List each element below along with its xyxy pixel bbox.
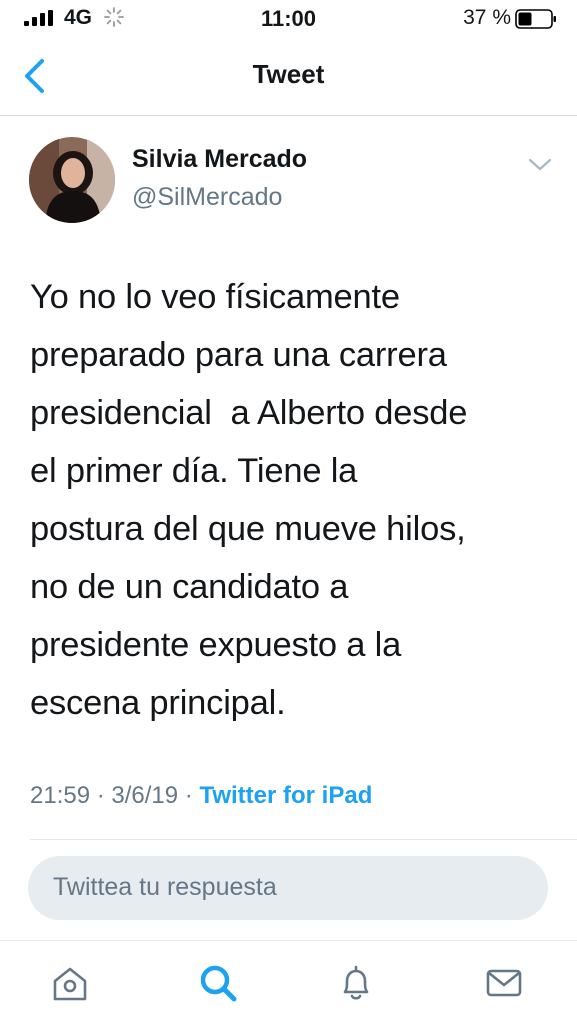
tweet-text-line: postura del que mueve hilos,	[30, 510, 466, 548]
avatar[interactable]	[29, 137, 115, 223]
tweet-text-line: presidencial a Alberto desde	[30, 394, 468, 432]
tweet-text-line: el primer día. Tiene la	[30, 452, 358, 490]
author-handle[interactable]: @SilMercado	[132, 183, 282, 212]
search-icon[interactable]	[196, 961, 240, 1005]
meta-separator: ·	[90, 782, 112, 809]
tweet-source-link[interactable]: Twitter for iPad	[199, 782, 372, 809]
tweet-date: 3/6/19	[111, 782, 179, 809]
home-icon[interactable]	[48, 961, 92, 1005]
nav-bar: Tweet	[0, 40, 577, 116]
page-title: Tweet	[252, 59, 325, 89]
status-bar: 4G 11:00 37 %	[0, 0, 577, 40]
messages-envelope-icon[interactable]	[482, 961, 526, 1005]
reply-input[interactable]: Twittea tu respuesta	[28, 856, 548, 920]
tweet-text-line: escena principal.	[30, 684, 286, 722]
tweet-text-line: no de un candidato a	[30, 568, 349, 606]
battery-icon	[515, 9, 556, 29]
tweet-text-line: presidente expuesto a la	[30, 626, 402, 664]
author-name[interactable]: Silvia Mercado	[132, 145, 307, 174]
battery-percent: 37 %	[463, 6, 511, 29]
tweet-meta: 21:59 · 3/6/19 · Twitter for iPad	[30, 782, 372, 810]
tweet-text: Yo no lo veo físicamente preparado para …	[30, 268, 560, 732]
divider	[30, 839, 577, 840]
tweet-text-line: preparado para una carrera	[30, 336, 447, 374]
chevron-down-icon[interactable]	[527, 155, 553, 175]
notifications-bell-icon[interactable]	[334, 961, 378, 1005]
meta-separator: ·	[178, 782, 200, 809]
reply-placeholder: Twittea tu respuesta	[53, 873, 277, 901]
tweet-text-line: Yo no lo veo físicamente	[30, 278, 400, 316]
tab-bar	[0, 940, 577, 1025]
tweet-time: 21:59	[30, 782, 91, 809]
